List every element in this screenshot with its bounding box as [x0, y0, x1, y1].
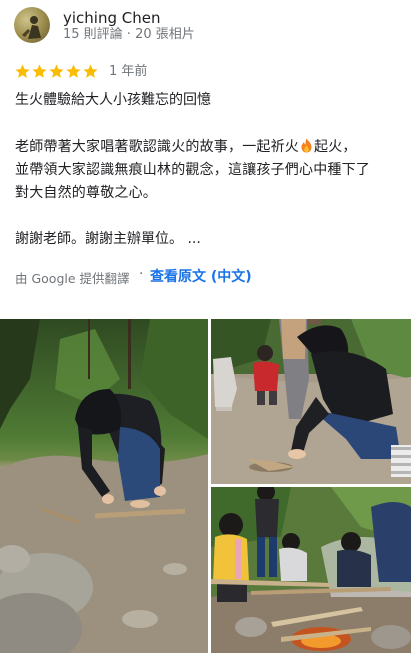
- review-time: 1 年前: [109, 64, 148, 79]
- review-photo-3[interactable]: [211, 487, 411, 653]
- review-photo-1[interactable]: [0, 319, 208, 653]
- star-icon: [14, 63, 31, 80]
- avatar-image: [22, 16, 41, 39]
- star-icon: [48, 63, 65, 80]
- review-text-title: 生火體驗給大人小孩難忘的回憶: [15, 92, 211, 108]
- review-photo-2[interactable]: [211, 319, 411, 484]
- star-icon: [65, 63, 82, 80]
- review-text-body: 老師帶著大家唱著歌認識火的故事，一起祈火 起火， 並帶領大家認識無痕山林的觀念，這…: [15, 136, 403, 205]
- review-card: yiching Chen 15 則評論 · 20 張相片 1 年前 生火體驗給大…: [0, 0, 411, 653]
- review-line-1: 老師帶著大家唱著歌認識火的故事，一起祈火 起火，: [15, 136, 403, 159]
- review-text-truncated[interactable]: 謝謝老師。謝謝主辦單位。 ...: [15, 229, 201, 249]
- review-line-1-end: 起火，: [314, 139, 357, 155]
- avatar[interactable]: [14, 7, 50, 43]
- review-header: yiching Chen 15 則評論 · 20 張相片: [14, 6, 404, 46]
- separator-dot: ·: [139, 266, 144, 282]
- review-photos: [0, 319, 411, 653]
- fire-icon: [300, 138, 313, 153]
- translation-row: 由 Google 提供翻譯 · 查看原文 (中文): [15, 266, 405, 286]
- author-name[interactable]: yiching Chen: [63, 9, 160, 27]
- photo-kneeling-demonstration: [211, 319, 411, 484]
- star-icon: [31, 63, 48, 80]
- translated-by-google: 由 Google 提供翻譯: [15, 271, 130, 286]
- photo-group-campfire: [211, 487, 411, 653]
- review-line-2: 並帶領大家認識無痕山林的觀念，這讓孩子們心中種下了: [15, 162, 370, 178]
- star-rating: [14, 63, 99, 81]
- author-review-count: 15 則評論 · 20 張相片: [63, 27, 195, 42]
- rating-row: 1 年前: [14, 63, 314, 81]
- star-icon: [82, 63, 99, 80]
- review-line-3: 對大自然的尊敬之心。: [15, 185, 157, 201]
- photo-fire-making-crouch: [0, 319, 208, 653]
- review-line-1-start: 老師帶著大家唱著歌認識火的故事，一起祈火: [15, 139, 299, 155]
- view-original-link[interactable]: 查看原文 (中文): [150, 266, 252, 286]
